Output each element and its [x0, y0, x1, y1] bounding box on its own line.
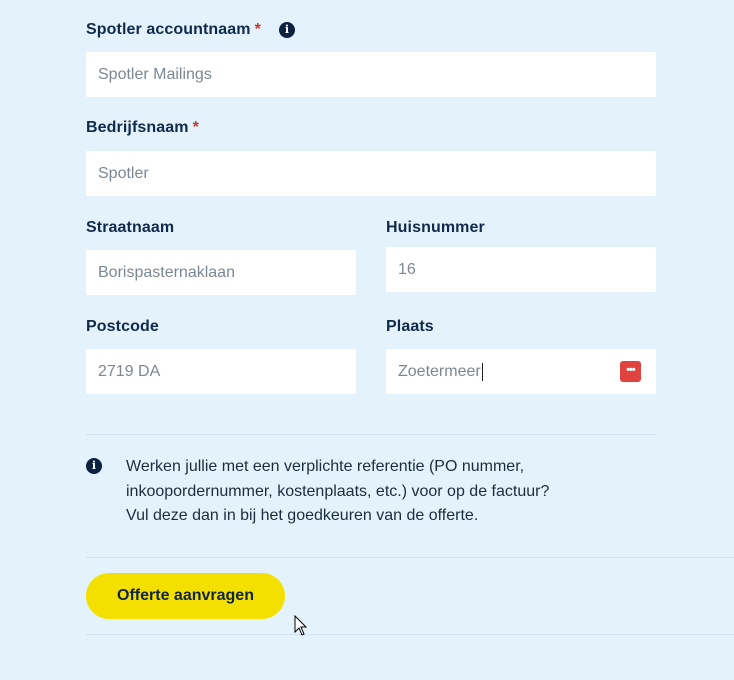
- mouse-pointer-icon: [294, 615, 308, 636]
- divider: [86, 557, 734, 558]
- postcode-input[interactable]: 2719 DA: [86, 349, 356, 394]
- city-input[interactable]: Zoetermeer •••: [386, 349, 656, 394]
- street-input[interactable]: Borispasternaklaan: [86, 250, 356, 295]
- street-label: Straatnaam: [86, 219, 175, 236]
- house-number-input[interactable]: 16: [386, 247, 656, 292]
- request-quote-button[interactable]: Offerte aanvragen: [86, 573, 285, 619]
- divider: [86, 634, 734, 635]
- po-reference-notice: Werken jullie met een verplichte referen…: [126, 458, 550, 524]
- company-name-label: Bedrijfsnaam *: [86, 119, 199, 136]
- house-number-label: Huisnummer: [386, 219, 485, 236]
- password-manager-icon[interactable]: •••: [620, 361, 641, 382]
- text-caret: [481, 362, 483, 381]
- info-icon[interactable]: i: [279, 22, 295, 38]
- required-marker: *: [254, 21, 261, 38]
- company-name-input[interactable]: Spotler: [86, 151, 656, 196]
- postcode-label: Postcode: [86, 318, 159, 335]
- account-name-input[interactable]: Spotler Mailings: [86, 52, 656, 97]
- city-label: Plaats: [386, 318, 434, 335]
- divider: [86, 434, 656, 435]
- info-icon: i: [86, 458, 102, 474]
- account-name-label: Spotler accountnaam *: [86, 21, 261, 38]
- required-marker: *: [192, 119, 199, 136]
